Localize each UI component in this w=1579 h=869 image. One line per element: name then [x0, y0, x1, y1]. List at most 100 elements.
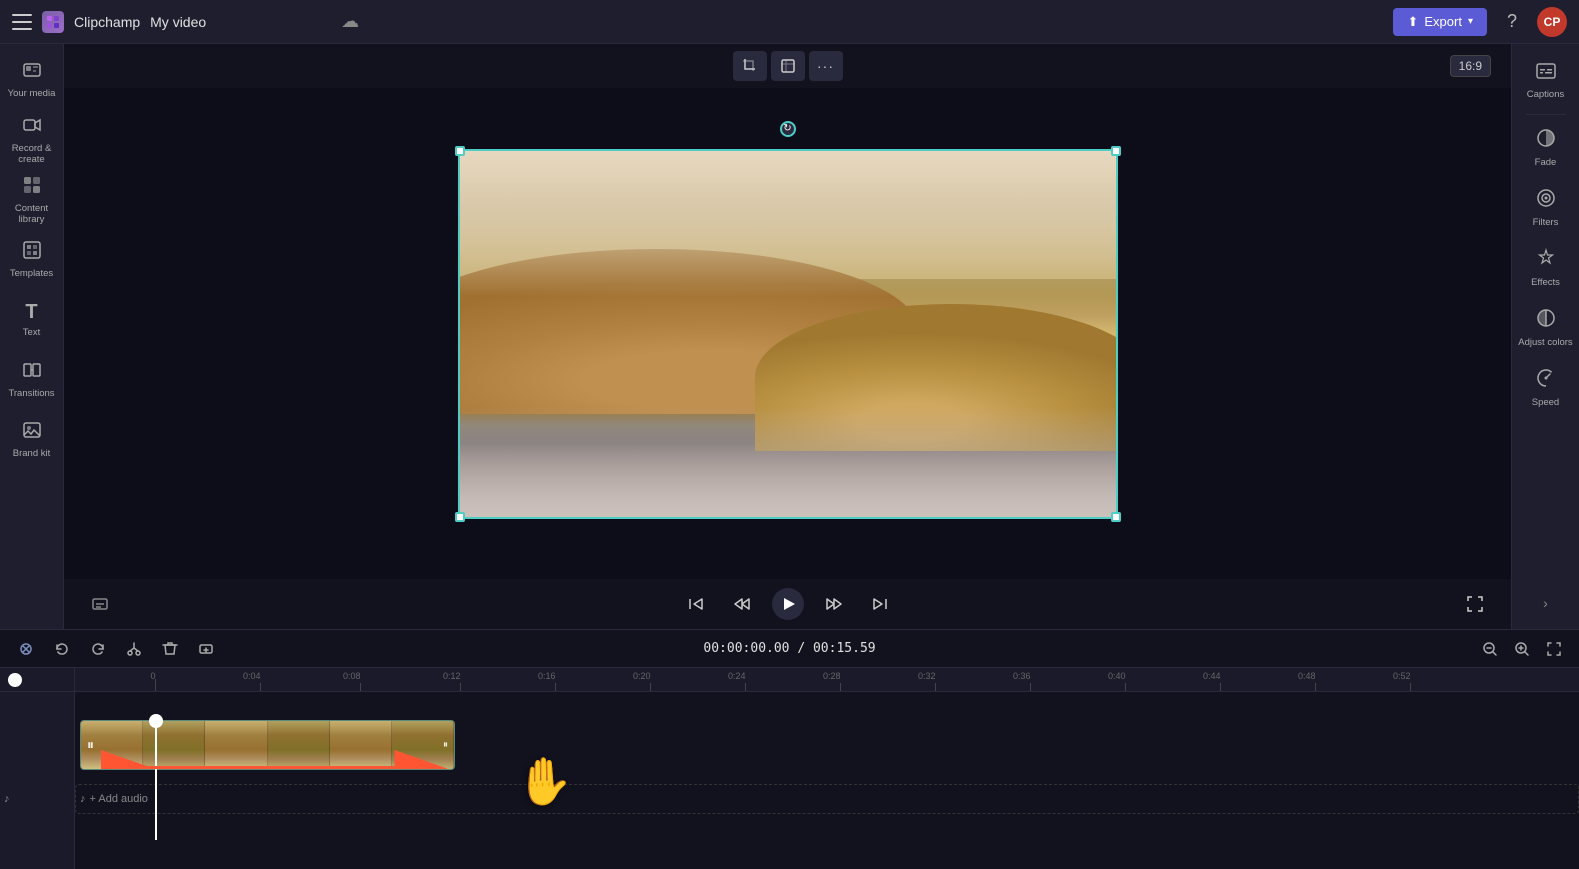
add-to-timeline-button[interactable] — [192, 635, 220, 663]
audio-track-label-area: ♪ — [0, 784, 74, 814]
skip-forward-button[interactable] — [864, 588, 896, 620]
cloud-sync-icon[interactable]: ☁ — [341, 11, 359, 32]
sidebar-label-content-library: Content library — [4, 203, 60, 226]
sidebar-label-templates: Templates — [10, 268, 53, 279]
topbar-right: ⬆ Export ▾ ? CP — [1393, 7, 1567, 37]
aspect-ratio-badge[interactable]: 16:9 — [1450, 55, 1491, 77]
playhead[interactable] — [155, 720, 157, 840]
crop-button[interactable] — [733, 51, 767, 81]
cut-button[interactable] — [120, 635, 148, 663]
resize-handle-tr[interactable] — [1111, 146, 1121, 156]
undo-button[interactable] — [48, 635, 76, 663]
ruler-mark-024: 0:24 — [745, 683, 746, 691]
transitions-icon — [22, 360, 42, 385]
audio-track: ♪ + Add audio — [75, 784, 1579, 814]
captions-icon — [1536, 62, 1556, 85]
right-sidebar-collapse-button[interactable]: › — [1543, 595, 1548, 611]
canvas-toolbar-center: ··· — [733, 51, 843, 81]
redo-button[interactable] — [84, 635, 112, 663]
sidebar-item-captions[interactable]: Captions — [1516, 52, 1576, 110]
rewind-button[interactable] — [726, 588, 758, 620]
sidebar-item-filters[interactable]: Filters — [1516, 179, 1576, 237]
play-button[interactable] — [772, 588, 804, 620]
playback-controls — [64, 579, 1511, 629]
sidebar-item-your-media[interactable]: Your media — [4, 52, 60, 108]
main-layout: Your media Record & create Content lib — [0, 44, 1579, 629]
app-name: Clipchamp — [74, 14, 140, 30]
delete-button[interactable] — [156, 635, 184, 663]
sidebar-label-your-media: Your media — [8, 88, 56, 99]
timeline-scroll-area[interactable]: 0 0:04 0:08 0:12 — [75, 668, 1579, 869]
sidebar-item-fade[interactable]: Fade — [1516, 119, 1576, 177]
hamburger-button[interactable] — [12, 14, 32, 30]
track-gap2 — [0, 774, 74, 784]
track-area: ⏸ ⏸ Aerial view of desert — [75, 720, 1579, 840]
playhead-head[interactable] — [149, 714, 163, 728]
skip-back-button[interactable] — [680, 588, 712, 620]
sidebar-label-record-create: Record & create — [4, 143, 60, 166]
rotate-handle[interactable]: ↻ — [780, 121, 796, 137]
zoom-out-button[interactable] — [1477, 636, 1503, 662]
sidebar-label-captions: Captions — [1527, 89, 1565, 100]
clip-thumb-3 — [205, 721, 267, 769]
ruler-mark-048: 0:48 — [1315, 683, 1316, 691]
subtitle-toggle-button[interactable] — [84, 588, 116, 620]
video-frame[interactable]: ↻ — [458, 149, 1118, 519]
fullscreen-button[interactable] — [1459, 588, 1491, 620]
adjust-colors-icon — [1536, 308, 1556, 333]
sidebar-item-adjust-colors[interactable]: Adjust colors — [1516, 299, 1576, 357]
fade-icon — [1536, 128, 1556, 153]
export-button[interactable]: ⬆ Export ▾ — [1393, 8, 1487, 36]
ruler-mark-008: 0:08 — [360, 683, 361, 691]
track-labels: ♪ — [0, 668, 75, 869]
sidebar-label-speed: Speed — [1532, 397, 1559, 408]
playhead-indicator — [8, 673, 22, 687]
your-media-icon — [22, 60, 42, 85]
ruler-mark-040: 0:40 — [1125, 683, 1126, 691]
clip-thumbnail-strip — [81, 721, 454, 769]
magnetic-snap-button[interactable] — [12, 635, 40, 663]
filters-icon — [1536, 188, 1556, 213]
ruler-mark-012: 0:12 — [460, 683, 461, 691]
resize-handle-bl[interactable] — [455, 512, 465, 522]
sidebar-label-filters: Filters — [1533, 217, 1559, 228]
left-sidebar: Your media Record & create Content lib — [0, 44, 64, 629]
clip-pause-icon: ⏸ — [87, 737, 94, 754]
video-title-input[interactable] — [150, 14, 331, 30]
sidebar-item-record-create[interactable]: Record & create — [4, 112, 60, 168]
ruler-mark-016: 0:16 — [555, 683, 556, 691]
video-preview — [460, 151, 1116, 517]
sidebar-item-templates[interactable]: Templates — [4, 232, 60, 288]
sidebar-item-effects[interactable]: Effects — [1516, 239, 1576, 297]
brand-logo — [42, 11, 64, 33]
ruler-mark-028: 0:28 — [840, 683, 841, 691]
timeline-content: ♪ 0 0:04 0:08 — [0, 668, 1579, 869]
avatar[interactable]: CP — [1537, 7, 1567, 37]
resize-handle-tl[interactable] — [455, 146, 465, 156]
resize-handle-br[interactable] — [1111, 512, 1121, 522]
sidebar-item-brand-kit[interactable]: Brand kit — [4, 412, 60, 468]
record-create-icon — [22, 115, 42, 140]
canvas-container: ↻ — [64, 88, 1511, 579]
topbar: Clipchamp ☁ ⬆ Export ▾ ? CP — [0, 0, 1579, 44]
sidebar-label-brand-kit: Brand kit — [13, 448, 51, 459]
timeline-ruler: 0 0:04 0:08 0:12 — [75, 668, 1579, 692]
sidebar-item-content-library[interactable]: Content library — [4, 172, 60, 228]
more-options-button[interactable]: ··· — [809, 51, 843, 81]
sidebar-item-text[interactable]: T Text — [4, 292, 60, 348]
speed-icon — [1536, 368, 1556, 393]
video-clip[interactable]: ⏸ ⏸ Aerial view of desert — [80, 720, 455, 770]
fit-timeline-button[interactable] — [1541, 636, 1567, 662]
timeline-inner: 0 0:04 0:08 0:12 — [75, 668, 1579, 840]
clip-end-handle[interactable]: ⏸ — [443, 740, 448, 751]
resize-button[interactable] — [771, 51, 805, 81]
fast-forward-button[interactable] — [818, 588, 850, 620]
audio-track-bg — [75, 784, 1579, 814]
music-icon: ♪ — [4, 793, 10, 805]
audio-track-label: ♪ + Add audio — [80, 793, 148, 805]
zoom-in-button[interactable] — [1509, 636, 1535, 662]
help-button[interactable]: ? — [1497, 7, 1527, 37]
sidebar-item-speed[interactable]: Speed — [1516, 359, 1576, 417]
sidebar-label-fade: Fade — [1535, 157, 1557, 168]
sidebar-item-transitions[interactable]: Transitions — [4, 352, 60, 408]
